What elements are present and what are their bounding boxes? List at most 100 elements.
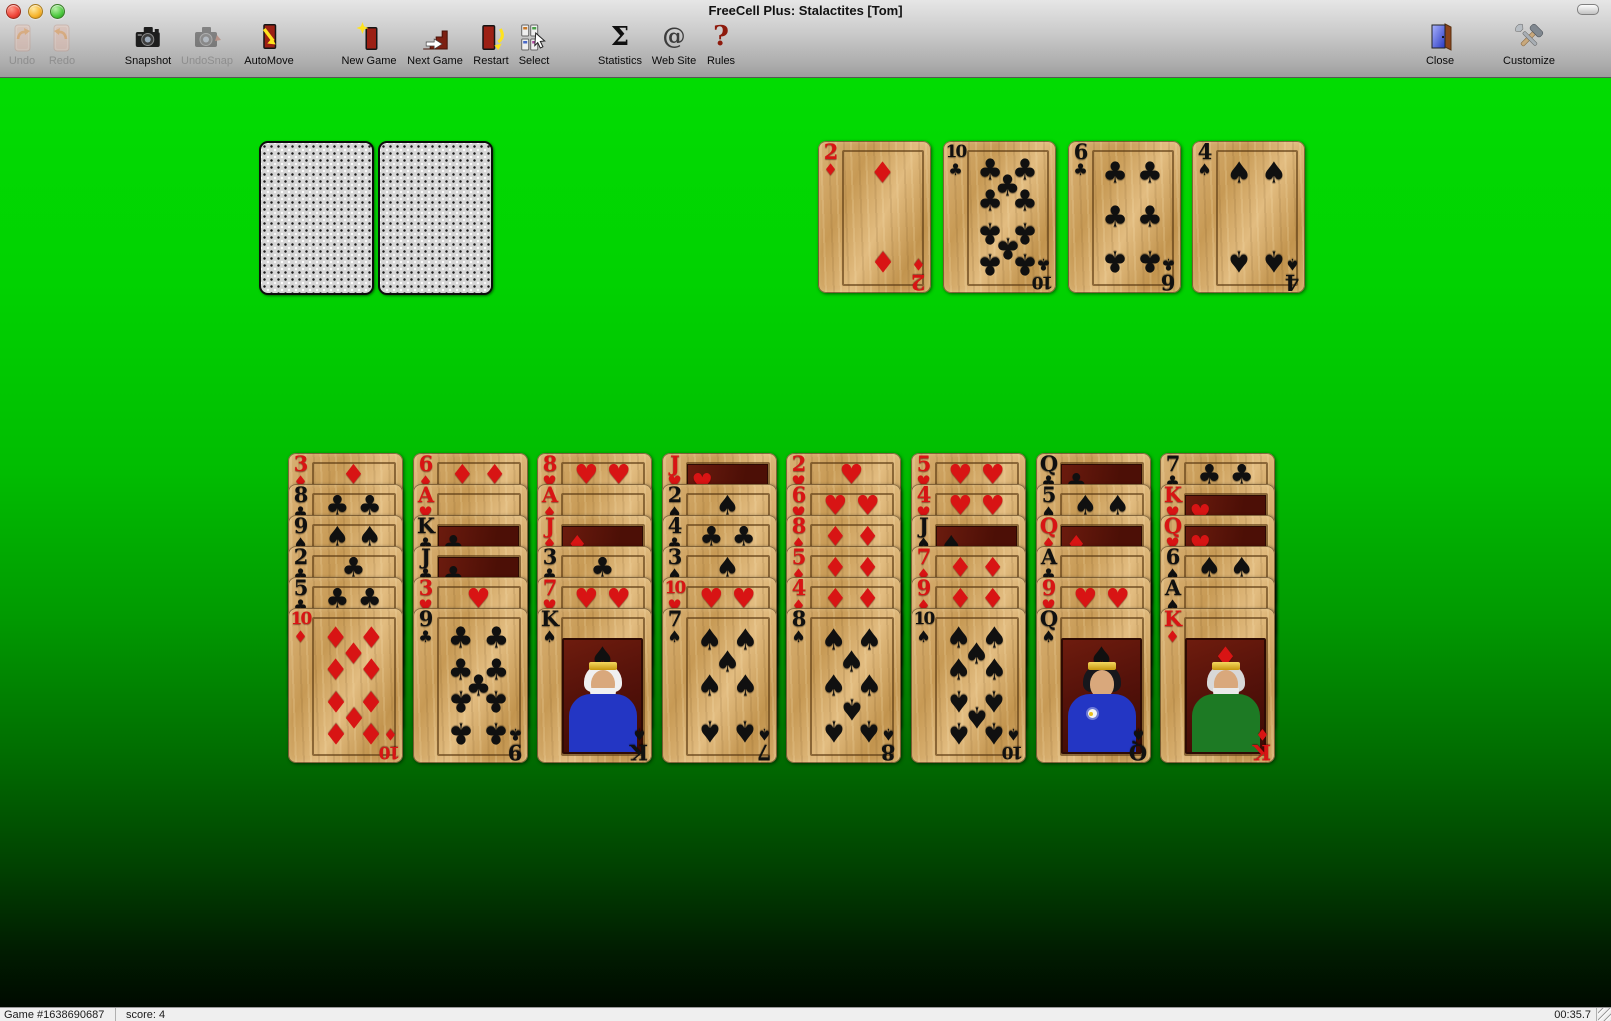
card-10-spades[interactable]: 10♠♠♠♠♠♠♠♠♠♠♠10♠ — [911, 608, 1026, 763]
pip-clubs-icon: ♣ — [448, 719, 474, 748]
undo-card-icon — [7, 22, 37, 54]
card-corner-index-inverted: 7♠ — [754, 727, 775, 762]
card-pip-area: ♥ — [438, 577, 519, 609]
card-corner-index: 4♠ — [1194, 142, 1215, 177]
card-pip-area: ♥♥ — [562, 453, 643, 485]
card-corner-index: 9♣ — [415, 609, 436, 644]
pip-clubs-icon: ♣ — [1102, 203, 1128, 232]
card-pip-area: ♦ — [313, 453, 394, 485]
card-pip-area: ♠ — [687, 546, 768, 578]
toolbar-item-label: Select — [519, 55, 550, 67]
redo-button: Redo — [47, 22, 77, 67]
card-corner-index-inverted: 4♠ — [1282, 257, 1303, 292]
card-corner-index-inverted: 10♦ — [380, 727, 401, 762]
pip-spades-icon: ♠ — [1261, 158, 1287, 187]
card-pip-area: ♦♦ — [438, 453, 519, 485]
select-button[interactable]: Select — [519, 22, 550, 67]
card-corner-index-inverted: 6♣ — [1158, 257, 1179, 292]
card-pip-area: ♠♠ — [313, 515, 394, 547]
window-title: FreeCell Plus: Stalactites [Tom] — [0, 3, 1611, 18]
pip-clubs-icon: ♣ — [1102, 158, 1128, 187]
pip-clubs-icon: ♣ — [483, 623, 509, 652]
toolbar-item-label: Web Site — [652, 55, 696, 67]
pip-diamonds-icon: ♦ — [323, 719, 349, 748]
new-game-button[interactable]: New Game — [341, 22, 396, 67]
automove-icon — [254, 22, 284, 54]
pip-spades-icon: ♠ — [732, 671, 758, 700]
restart-button[interactable]: Restart — [473, 22, 508, 67]
card-corner-index-inverted: 2♦ — [908, 257, 929, 292]
customize-button[interactable]: Customize — [1503, 22, 1555, 67]
card-corner-index: Q♠ — [1038, 609, 1059, 644]
card-corner-index: 10♠ — [913, 609, 934, 644]
game-table: 2♦♦♦2♦10♣♣♣♣♣♣♣♣♣♣♣10♣6♣♣♣♣♣♣♣6♣4♠♠♠♠♠4♠… — [0, 78, 1611, 1008]
foundation-3-card-6-clubs[interactable]: 6♣♣♣♣♣♣♣6♣ — [1068, 141, 1181, 293]
free-cell-1-empty[interactable] — [259, 141, 374, 295]
close-button[interactable]: Close — [1425, 22, 1455, 67]
card-pip-area: ♥ — [811, 453, 892, 485]
pip-clubs-icon: ♣ — [448, 687, 474, 716]
card-K-diamonds[interactable]: K♦♦K♦ — [1160, 608, 1275, 763]
web-site-button[interactable]: @Web Site — [652, 22, 696, 67]
snapshot-button[interactable]: Snapshot — [125, 22, 171, 67]
tools-icon — [1514, 22, 1544, 54]
card-pip-area: ♠♠ — [1061, 484, 1142, 516]
pip-spades-icon: ♠ — [981, 655, 1007, 684]
card-pip-area: ♦♦ — [811, 546, 892, 578]
toolbar-item-label: Next Game — [407, 55, 463, 67]
card-9-clubs[interactable]: 9♣♣♣♣♣♣♣♣♣♣9♣ — [413, 608, 528, 763]
toolbar-item-label: Customize — [1503, 55, 1555, 67]
card-corner-index-inverted: 10♠ — [1003, 727, 1024, 762]
card-7-spades[interactable]: 7♠♠♠♠♠♠♠♠7♠ — [662, 608, 777, 763]
window-titlebar-toolbar: FreeCell Plus: Stalactites [Tom] Undo Red… — [0, 0, 1611, 78]
pip-spades-icon: ♠ — [821, 716, 847, 745]
card-K-spades[interactable]: K♠♠K♠ — [537, 608, 652, 763]
camera-icon — [133, 22, 163, 54]
undo-button: Undo — [7, 22, 37, 67]
toolbar-item-label: Close — [1425, 55, 1455, 67]
pip-clubs-icon: ♣ — [977, 249, 1003, 278]
pip-clubs-icon: ♣ — [1137, 203, 1163, 232]
free-cell-2-empty[interactable] — [378, 141, 493, 295]
card-corner-index-inverted: Q♠ — [1128, 727, 1149, 762]
pip-spades-icon: ♠ — [697, 716, 723, 745]
card-pip-area: ♦♦ — [936, 546, 1017, 578]
card-8-spades[interactable]: 8♠♠♠♠♠♠♠♠♠8♠ — [786, 608, 901, 763]
automove-button[interactable]: AutoMove — [244, 22, 294, 67]
resize-grip[interactable] — [1598, 1008, 1611, 1021]
restart-icon — [476, 22, 506, 54]
score-label: score: 4 — [126, 1008, 165, 1021]
next-game-button[interactable]: Next Game — [407, 22, 463, 67]
camera-undo-icon — [192, 22, 222, 54]
card-corner-index: 6♣ — [1070, 142, 1091, 177]
card-pip-area: ♥♥ — [687, 577, 768, 609]
foundation-1-card-2-diamonds[interactable]: 2♦♦♦2♦ — [818, 141, 931, 293]
card-Q-spades[interactable]: Q♠♠Q♠ — [1036, 608, 1151, 763]
select-icon — [519, 22, 549, 54]
card-pip-area: ♣♣ — [1185, 453, 1266, 485]
toolbar-item-label: Rules — [706, 55, 736, 67]
foundation-4-card-4-spades[interactable]: 4♠♠♠♠♠4♠ — [1192, 141, 1305, 293]
card-corner-index-inverted: 8♠ — [878, 727, 899, 762]
rules-button[interactable]: ?Rules — [706, 22, 736, 67]
minimize-pill-icon[interactable] — [1577, 4, 1599, 15]
toolbar-item-label: New Game — [341, 55, 396, 67]
card-10-diamonds[interactable]: 10♦♦♦♦♦♦♦♦♦♦♦10♦ — [288, 608, 403, 763]
card-corner-index: 8♠ — [788, 609, 809, 644]
question-icon: ? — [706, 22, 736, 54]
statistics-button[interactable]: ΣStatistics — [598, 22, 642, 67]
card-pip-area: ♥♥ — [936, 484, 1017, 516]
redo-card-icon — [47, 22, 77, 54]
card-pip-area: ♣ — [313, 546, 394, 578]
foundation-2-card-10-clubs[interactable]: 10♣♣♣♣♣♣♣♣♣♣♣10♣ — [943, 141, 1056, 293]
card-pip-area: ♦♦ — [936, 577, 1017, 609]
card-corner-index-inverted: 10♣ — [1033, 257, 1054, 292]
pip-clubs-icon: ♣ — [483, 687, 509, 716]
toolbar-item-label: Statistics — [598, 55, 642, 67]
toolbar-item-label: AutoMove — [244, 55, 294, 67]
card-pip-area: ♦♦ — [811, 577, 892, 609]
card-corner-index-inverted: 9♣ — [505, 727, 526, 762]
toolbar-item-label: Snapshot — [125, 55, 171, 67]
pip-spades-icon: ♠ — [1226, 247, 1252, 276]
card-corner-index: K♦ — [1162, 609, 1183, 644]
